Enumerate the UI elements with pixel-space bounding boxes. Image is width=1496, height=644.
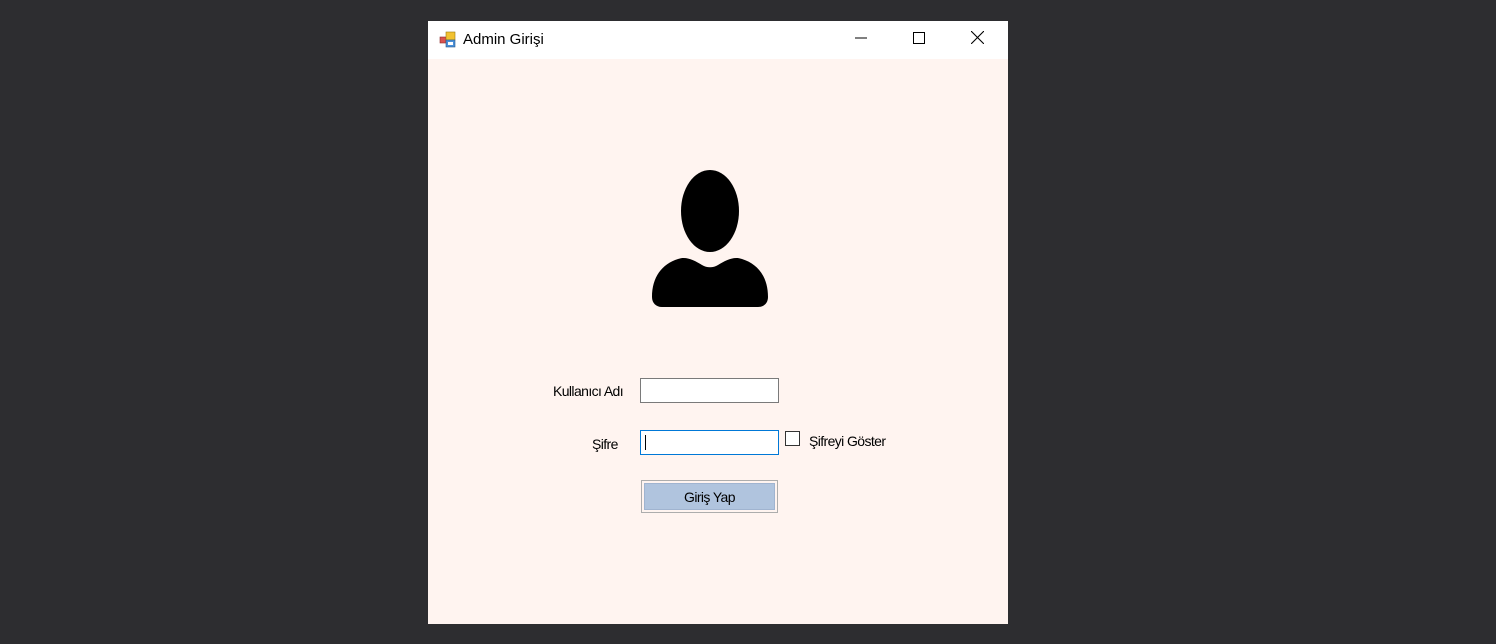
minimize-button[interactable] — [832, 21, 890, 59]
app-icon — [439, 31, 456, 48]
close-icon — [970, 30, 984, 49]
show-password-checkbox[interactable] — [785, 431, 800, 446]
login-window: Admin Girişi Kullanıcı Adı Şifre Şifreyi — [428, 21, 1008, 624]
show-password-label[interactable]: Şifreyi Göster — [809, 433, 886, 449]
login-button[interactable]: Giriş Yap — [641, 480, 778, 513]
window-title: Admin Girişi — [463, 31, 544, 48]
password-input[interactable] — [640, 430, 779, 455]
username-input[interactable] — [640, 378, 779, 403]
user-silhouette-icon — [650, 169, 770, 309]
login-button-label: Giriş Yap — [644, 483, 775, 510]
close-button[interactable] — [948, 21, 1006, 59]
minimize-icon — [855, 31, 867, 49]
maximize-icon — [913, 31, 925, 49]
title-bar[interactable]: Admin Girişi — [428, 21, 1008, 59]
password-label: Şifre — [592, 436, 618, 452]
username-label: Kullanıcı Adı — [553, 383, 624, 399]
text-caret — [645, 435, 646, 450]
maximize-button[interactable] — [890, 21, 948, 59]
